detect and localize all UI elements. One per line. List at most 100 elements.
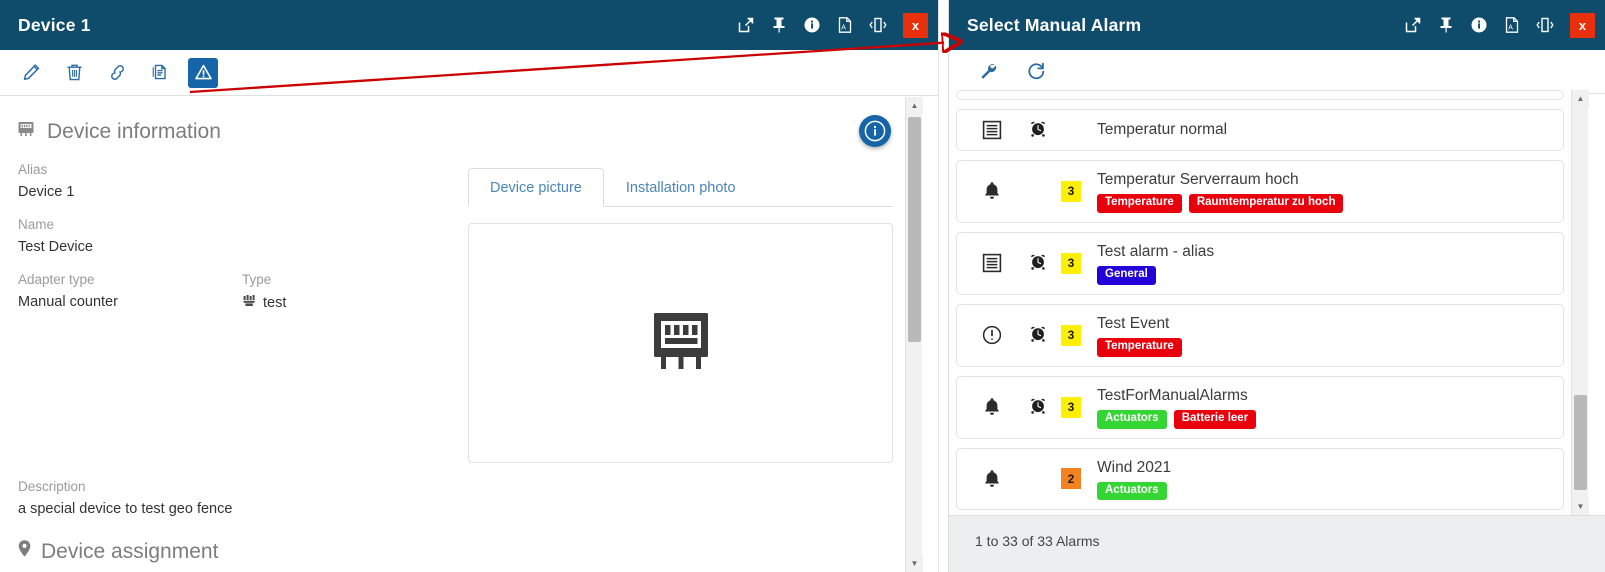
alarm-tags: Actuators	[1097, 482, 1551, 501]
scroll-down-icon[interactable]: ▼	[1572, 498, 1589, 515]
alarm-clock-icon	[1015, 324, 1061, 346]
list-item-clipped[interactable]	[956, 90, 1564, 100]
alarm-tag: Temperature	[1097, 338, 1182, 357]
scroll-down-icon[interactable]: ▼	[906, 555, 923, 572]
link-icon[interactable]	[102, 58, 132, 88]
device-detail-window: Device 1	[0, 0, 938, 572]
alarm-tag: Temperature	[1097, 194, 1182, 213]
alarm-window-title: Select Manual Alarm	[967, 15, 1141, 36]
tab-installation-photo[interactable]: Installation photo	[604, 168, 758, 207]
alarm-row-body: Test alarm - alias General	[1097, 242, 1551, 285]
meter-icon	[642, 302, 720, 385]
device-picture-area: Device picture Installation photo	[468, 167, 893, 463]
alarm-name: TestForManualAlarms	[1097, 386, 1551, 405]
alarm-triangle-icon[interactable]	[188, 58, 218, 88]
edit-icon[interactable]	[16, 58, 46, 88]
adapter-type-value: Manual counter	[18, 294, 242, 310]
expand-icon[interactable]	[1535, 16, 1554, 35]
tab-device-picture[interactable]: Device picture	[468, 168, 604, 207]
alarm-row-body: TestForManualAlarms Actuators Batterie lee…	[1097, 386, 1551, 429]
alarm-row-body: Temperatur Serverraum hoch Temperature Rau…	[1097, 170, 1551, 213]
alarm-row-body: Temperatur normal	[1097, 120, 1551, 139]
alarm-row[interactable]: 3Test EventTemperature	[956, 304, 1564, 367]
bell-icon	[969, 468, 1015, 490]
alarm-count-text: 1 to 33 of 33 Alarms	[975, 533, 1100, 549]
pdf-icon[interactable]: A	[835, 16, 854, 35]
refresh-icon[interactable]	[1021, 57, 1051, 87]
popout-icon[interactable]	[1403, 16, 1422, 35]
alarm-row[interactable]: 3 Temperatur Serverraum hoch Temperature Ra…	[956, 160, 1564, 223]
severity-badge: 3	[1061, 181, 1081, 202]
alarm-rows: Temperatur normal 3 Temperatur Serverraum …	[949, 109, 1571, 515]
scrollbar-thumb[interactable]	[1574, 395, 1587, 490]
alarm-tag: Batterie leer	[1174, 410, 1256, 429]
info-fab-button[interactable]	[859, 115, 891, 147]
exclamation-circle-icon	[969, 324, 1015, 346]
device-panel-scrollbar[interactable]: ▲ ▼	[905, 97, 922, 572]
alarm-row[interactable]: 2 Wind 2021 Actuators	[956, 448, 1564, 511]
device-assignment-heading: Device assignment	[0, 517, 905, 564]
alarm-tag: Actuators	[1097, 410, 1167, 429]
severity-badge: 3	[1061, 253, 1081, 274]
device-information-panel: Device information Alias Device 1 Name T…	[0, 97, 905, 572]
type-value: test	[263, 295, 286, 311]
alarm-list-footer: 1 to 33 of 33 Alarms	[949, 515, 1605, 572]
bell-icon	[969, 396, 1015, 418]
list-icon	[969, 119, 1015, 141]
alarm-row[interactable]: 3 TestForManualAlarms Actuators Batterie le…	[956, 376, 1564, 439]
delete-icon[interactable]	[59, 58, 89, 88]
alarm-name: Wind 2021	[1097, 458, 1551, 477]
alarm-tags: Actuators Batterie leer	[1097, 410, 1551, 429]
alarm-row[interactable]: 3 Test alarm - alias General	[956, 232, 1564, 295]
alarm-tag: Actuators	[1097, 482, 1167, 501]
device-window-title: Device 1	[18, 15, 91, 36]
copy-icon[interactable]	[145, 58, 175, 88]
close-button[interactable]: x	[1570, 13, 1595, 38]
alarm-clock-icon	[1015, 396, 1061, 418]
device-information-heading: Device information	[0, 97, 905, 145]
picture-tabs: Device picture Installation photo	[468, 167, 893, 207]
pin-icon[interactable]	[769, 16, 788, 35]
device-toolbar	[0, 50, 938, 96]
info-icon[interactable]	[802, 16, 821, 35]
alarm-name: Test alarm - alias	[1097, 242, 1551, 261]
alarm-name: Temperatur Serverraum hoch	[1097, 170, 1551, 189]
alarm-window-titlebar: Select Manual Alarm	[949, 0, 1605, 50]
severity-badge: 3	[1061, 397, 1081, 418]
alarm-row[interactable]: Temperatur normal	[956, 109, 1564, 151]
scrollbar-thumb[interactable]	[908, 117, 921, 342]
alarm-list[interactable]: Temperatur normal 3 Temperatur Serverraum …	[949, 90, 1571, 515]
expand-icon[interactable]	[868, 16, 887, 35]
alarm-tags: Temperature	[1097, 338, 1551, 357]
pdf-icon[interactable]: A	[1502, 16, 1521, 35]
alarm-clock-icon	[1015, 119, 1061, 141]
description-label: Description	[18, 479, 905, 494]
alarm-toolbar	[949, 50, 1605, 94]
map-marker-icon	[16, 539, 33, 564]
type-glyph-icon	[242, 294, 256, 312]
alarm-tags: General	[1097, 266, 1551, 285]
device-assignment-title: Device assignment	[41, 540, 218, 564]
list-icon	[969, 252, 1015, 274]
device-window-titlebar-actions: A x	[736, 13, 930, 38]
popout-icon[interactable]	[736, 16, 755, 35]
wrench-icon[interactable]	[973, 57, 1003, 87]
alarm-name: Temperatur normal	[1097, 120, 1227, 139]
info-icon[interactable]	[1469, 16, 1488, 35]
severity-badge: 2	[1061, 468, 1081, 489]
alarm-tag: Raumtemperatur zu hoch	[1189, 194, 1344, 213]
pin-icon[interactable]	[1436, 16, 1455, 35]
device-picture-placeholder[interactable]	[468, 223, 893, 463]
page-title: Device information	[47, 120, 221, 144]
alarm-list-scrollbar[interactable]: ▲ ▼	[1571, 90, 1588, 515]
alarm-tag: General	[1097, 266, 1156, 285]
bell-icon	[969, 180, 1015, 202]
scroll-up-icon[interactable]: ▲	[906, 97, 923, 114]
svg-text:A: A	[841, 24, 846, 31]
description-value: a special device to test geo fence	[18, 501, 905, 517]
alarm-tags: Temperature Raumtemperatur zu hoch	[1097, 194, 1551, 213]
scroll-up-icon[interactable]: ▲	[1572, 90, 1589, 107]
adapter-type-label: Adapter type	[18, 272, 242, 287]
alarm-name: Test Event	[1097, 314, 1551, 333]
close-button[interactable]: x	[903, 13, 928, 38]
